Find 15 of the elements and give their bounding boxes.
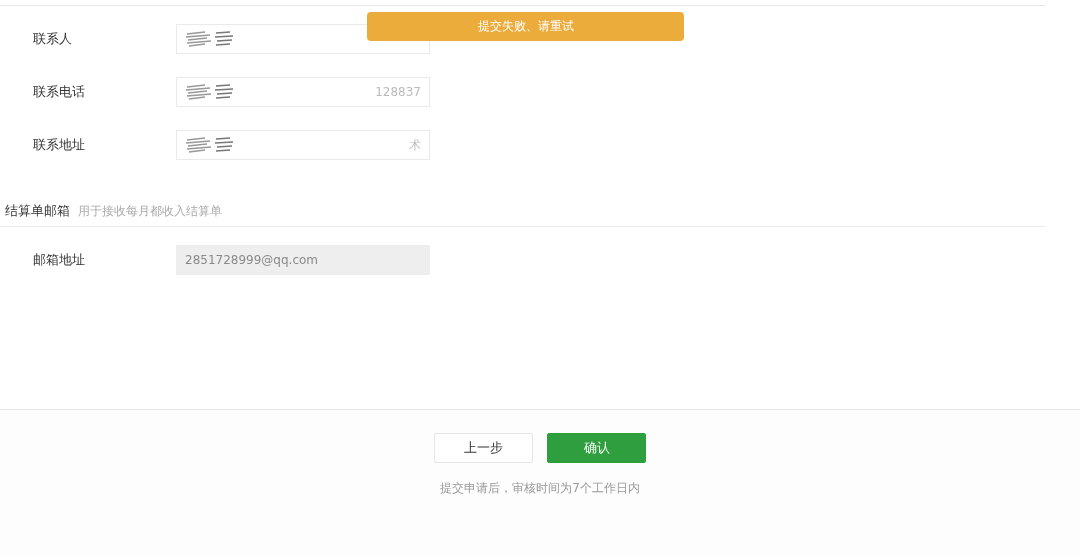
input-field[interactable]: 术 [176,130,430,160]
back-button[interactable]: 上一步 [434,433,533,463]
field-value: 2851728999@qq.com [185,253,319,267]
confirm-button[interactable]: 确认 [547,433,646,463]
field-label: 联系电话 [33,83,86,101]
section-hint: 用于接收每月都收入结算单 [78,203,222,220]
field-label: 联系人 [33,30,73,48]
footer-note: 提交申请后，审核时间为7个工作日内 [440,480,640,497]
error-toast: 提交失败、请重试 [367,12,684,41]
input-field[interactable]: 128837 [176,77,430,107]
field-value: 128837 [375,85,421,99]
field-label: 联系地址 [33,136,86,154]
field-label: 邮箱地址 [33,251,86,269]
section-title: 结算单邮箱 [5,202,70,220]
field-value: 术 [409,136,421,154]
